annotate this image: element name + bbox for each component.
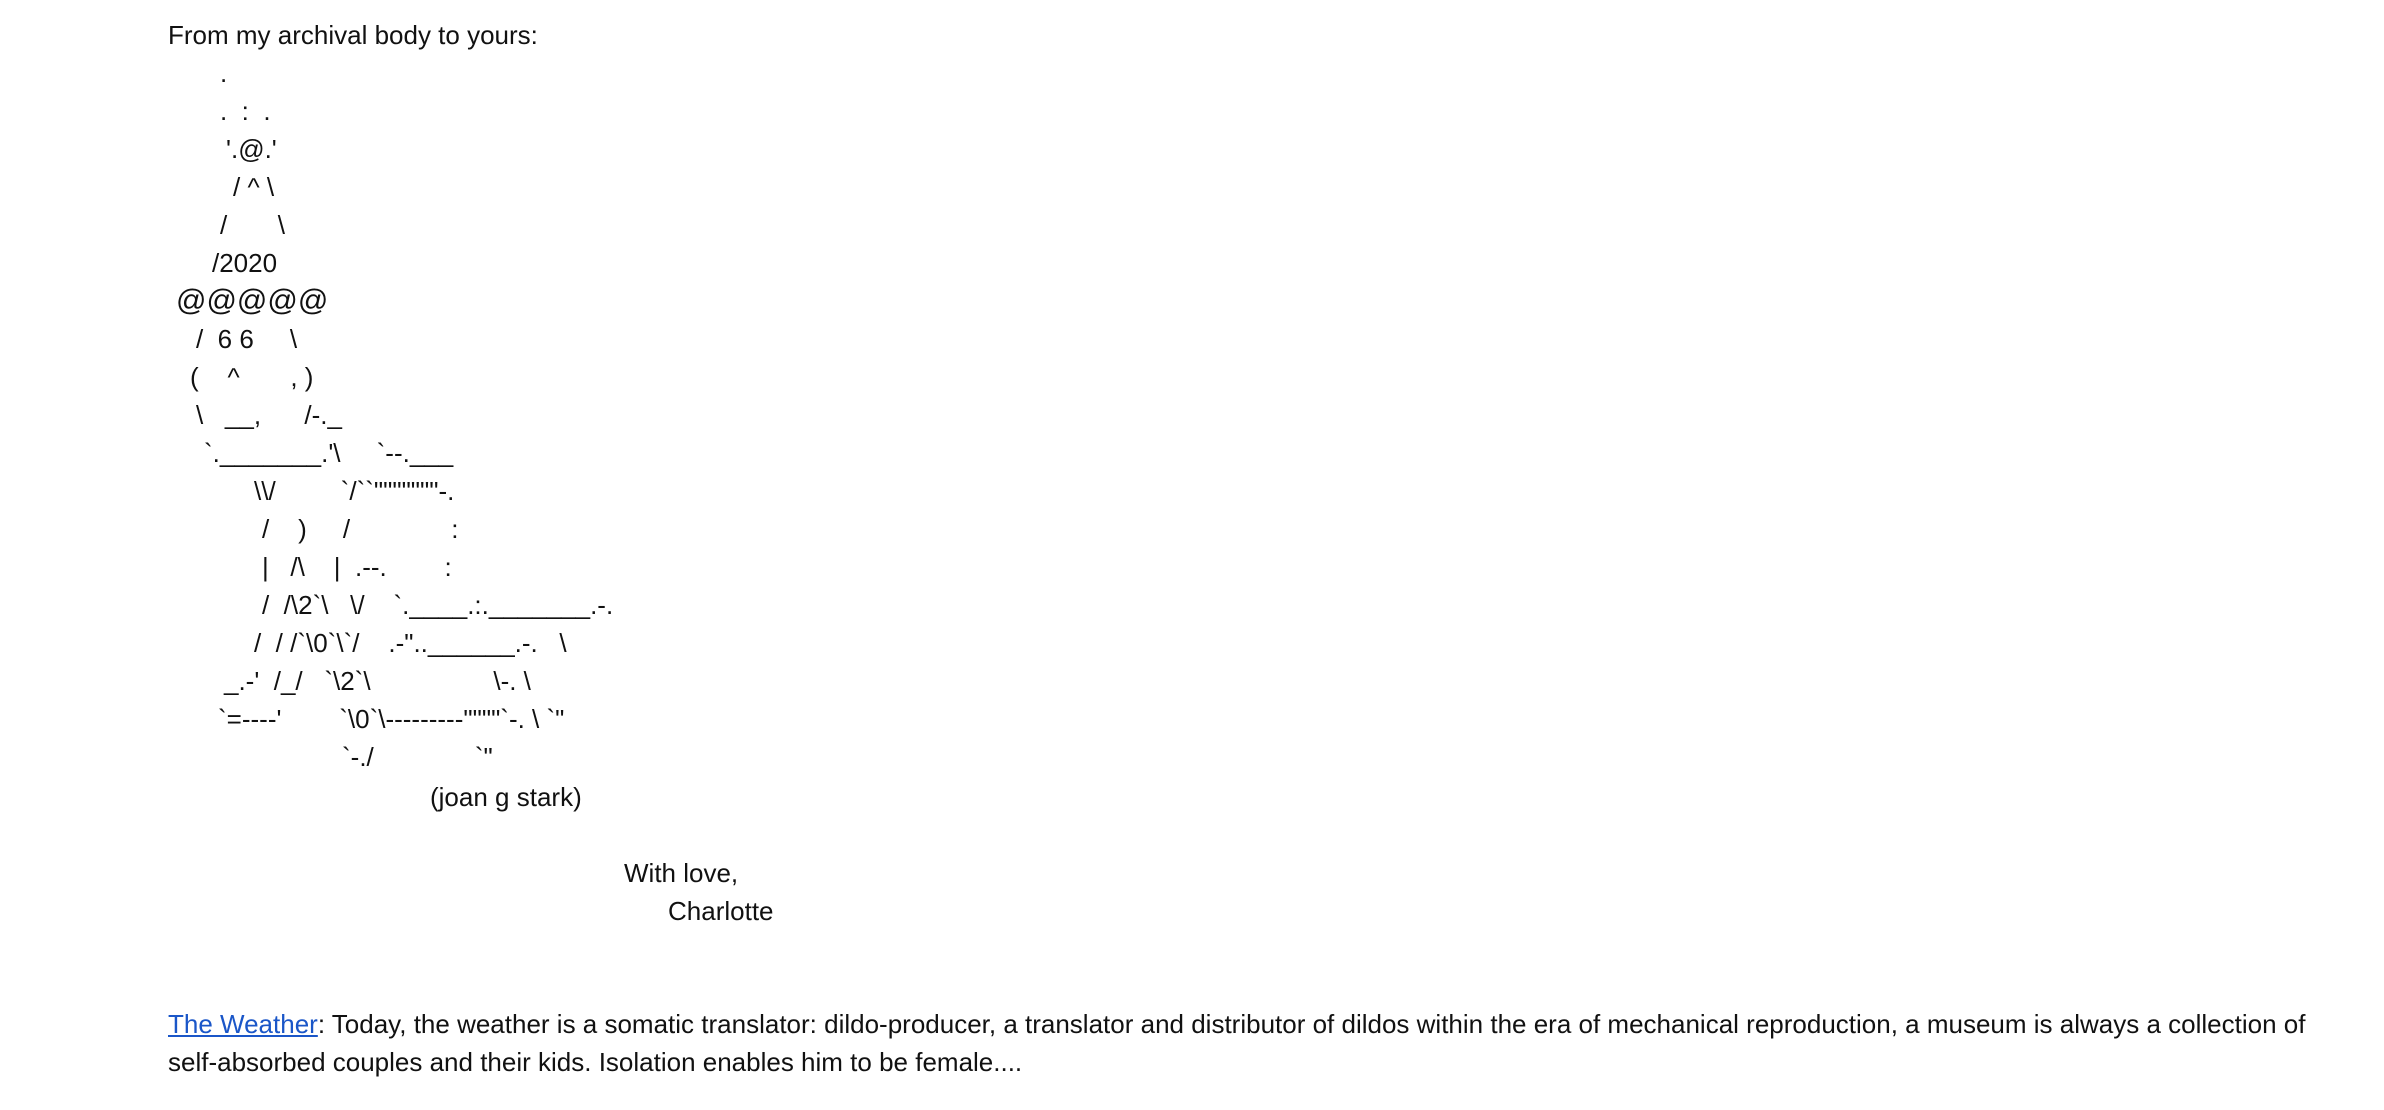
ascii-art-line: @@@@@: [176, 284, 329, 317]
ascii-art-line: ( ^ , ): [190, 362, 314, 392]
ascii-art-line: `._______.'\ `--.___: [204, 438, 454, 468]
signoff-salutation: With love,: [624, 858, 739, 888]
ascii-art-line: / /\2`\ \/ `.____.:._______.-.: [262, 590, 614, 620]
ascii-art-line: / ) / :: [262, 514, 459, 544]
ascii-art-line: | /\ | .--. :: [262, 552, 452, 582]
weather-link[interactable]: The Weather: [168, 1009, 318, 1039]
ascii-art-line: \\/ `/``"""""""-.: [254, 476, 455, 506]
ascii-art-line: .: [220, 58, 228, 88]
ascii-art-line: `-./ `": [342, 742, 493, 772]
ascii-art-line: . : .: [220, 96, 271, 126]
weather-paragraph: The Weather: Today, the weather is a som…: [168, 1005, 2348, 1081]
ascii-art-line: /2020: [212, 248, 278, 278]
weather-text: : Today, the weather is a somatic transl…: [168, 1009, 2306, 1077]
ascii-art-line: \ __, /-._: [196, 400, 342, 430]
ascii-art-line: `=----' `\0`\---------""""`-. \ `": [218, 704, 565, 734]
ascii-art-line: '.@.': [226, 134, 277, 164]
signoff-name: Charlotte: [668, 896, 774, 926]
ascii-art-line: _.-' /_/ `\2`\ \-. \: [224, 666, 531, 696]
ascii-art-line: / 6 6 \: [196, 324, 298, 354]
art-credit: (joan g stark): [430, 782, 582, 812]
greeting-line: From my archival body to yours:: [168, 20, 538, 50]
ascii-art-line: / / /`\0`\`/ .-"..______.-. \: [254, 628, 567, 658]
ascii-art-line: / \: [220, 210, 286, 240]
ascii-art-line: / ^ \: [233, 172, 275, 202]
